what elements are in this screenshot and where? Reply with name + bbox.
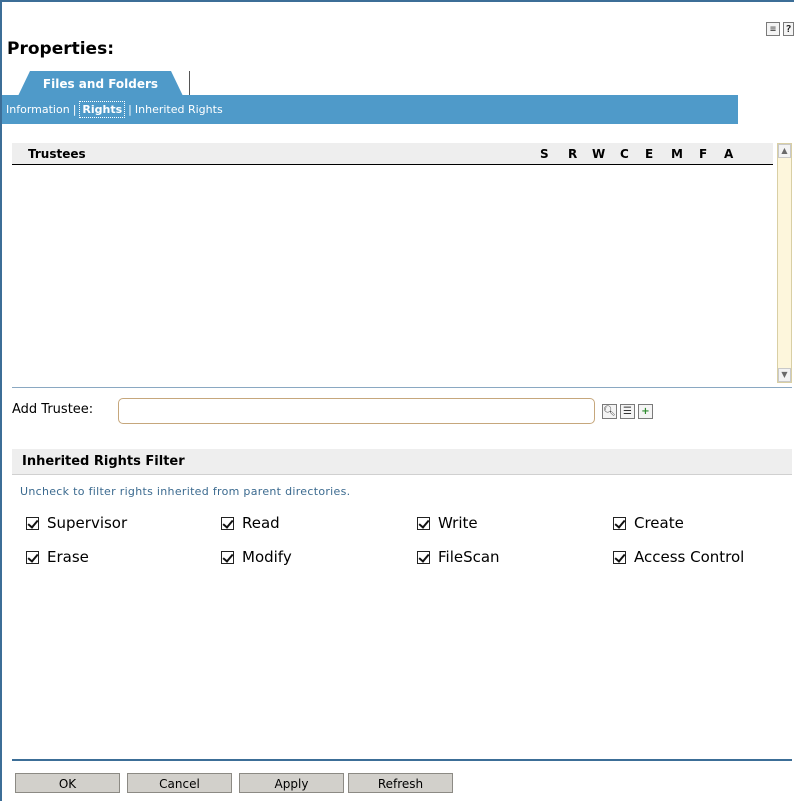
checkbox-checked-icon[interactable]: [26, 516, 39, 530]
footer-divider: [12, 759, 792, 761]
column-header-write: W: [592, 147, 606, 161]
column-header-create: C: [620, 147, 629, 161]
add-trustee-label: Add Trustee:: [12, 402, 94, 417]
subnav-inherited-rights[interactable]: Inherited Rights: [135, 103, 223, 116]
checkbox-label-erase: Erase: [47, 548, 89, 566]
frame-top-border: [0, 0, 794, 2]
column-header-access-control: A: [724, 147, 734, 161]
checkbox-checked-icon[interactable]: [417, 516, 430, 530]
table-divider: [12, 387, 792, 388]
subnav-separator: |: [128, 103, 132, 116]
add-trustee-input[interactable]: [118, 398, 595, 424]
cancel-button[interactable]: Cancel: [127, 773, 232, 793]
column-header-supervisor: S: [540, 147, 549, 161]
column-header-filescan: F: [699, 147, 708, 161]
scroll-down-icon[interactable]: ▼: [778, 368, 791, 382]
checkbox-checked-icon[interactable]: [26, 550, 39, 564]
trustees-table: Trustees S R W C E M F A ▲ ▼: [12, 143, 792, 387]
column-header-trustees: Trustees: [28, 147, 86, 161]
checkbox-filescan[interactable]: FileScan: [417, 548, 500, 566]
help-icon[interactable]: ?: [783, 22, 794, 36]
checkbox-checked-icon[interactable]: [613, 550, 626, 564]
ok-button[interactable]: OK: [15, 773, 120, 793]
checkbox-label-create: Create: [634, 514, 684, 532]
subnav-rights[interactable]: Rights: [79, 101, 126, 118]
search-icon[interactable]: 🔍︎: [602, 404, 617, 419]
column-header-erase: E: [645, 147, 654, 161]
scroll-up-icon[interactable]: ▲: [778, 144, 791, 158]
checkbox-erase[interactable]: Erase: [26, 548, 89, 566]
checkbox-checked-icon[interactable]: [221, 550, 234, 564]
page-title: Properties:: [7, 39, 115, 59]
checkbox-label-filescan: FileScan: [438, 548, 500, 566]
checkbox-modify[interactable]: Modify: [221, 548, 292, 566]
checkbox-label-write: Write: [438, 514, 478, 532]
checkbox-supervisor[interactable]: Supervisor: [26, 514, 127, 532]
apply-button[interactable]: Apply: [239, 773, 344, 793]
checkbox-checked-icon[interactable]: [221, 516, 234, 530]
top-right-toolbar: ≡ ?: [766, 22, 794, 36]
inherited-rights-filter-header: Inherited Rights Filter: [12, 449, 792, 475]
column-header-read: R: [568, 147, 578, 161]
checkbox-read[interactable]: Read: [221, 514, 280, 532]
subnav-separator: |: [72, 103, 77, 116]
checkbox-create[interactable]: Create: [613, 514, 684, 532]
subnav-information[interactable]: Information: [6, 103, 70, 116]
trustees-table-header: Trustees S R W C E M F A: [12, 143, 773, 165]
checkbox-label-access-control: Access Control: [634, 548, 745, 566]
tab-files-and-folders[interactable]: Files and Folders: [18, 71, 183, 96]
checkbox-label-read: Read: [242, 514, 280, 532]
sub-navigation: Information | Rights | Inherited Rights: [2, 95, 738, 124]
checkbox-checked-icon[interactable]: [417, 550, 430, 564]
column-header-modify: M: [671, 147, 683, 161]
checkbox-label-modify: Modify: [242, 548, 292, 566]
inherited-rights-filter-hint: Uncheck to filter rights inherited from …: [20, 485, 351, 498]
checkbox-access-control[interactable]: Access Control: [613, 548, 744, 566]
trustees-table-body: [12, 165, 773, 385]
refresh-button[interactable]: Refresh: [348, 773, 453, 793]
tab-separator: [189, 71, 190, 96]
checkbox-write[interactable]: Write: [417, 514, 478, 532]
edit-list-icon[interactable]: ≡: [766, 22, 780, 36]
trustees-scrollbar[interactable]: ▲ ▼: [777, 143, 792, 383]
browse-tree-icon[interactable]: ☰: [620, 404, 635, 419]
add-trustee-tools: 🔍︎ ☰ +: [602, 404, 653, 419]
checkbox-label-supervisor: Supervisor: [47, 514, 128, 532]
checkbox-checked-icon[interactable]: [613, 516, 626, 530]
add-icon[interactable]: +: [638, 404, 653, 419]
